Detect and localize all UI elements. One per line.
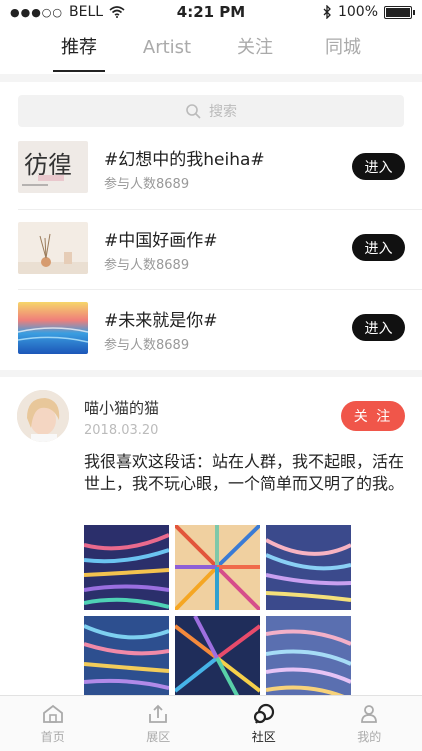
topic-thumbnail <box>18 302 88 354</box>
bottom-nav: 首页 展区 社区 我的 <box>0 695 422 751</box>
top-tabs: 推荐 Artist 关注 同城 <box>0 24 422 74</box>
nav-label: 首页 <box>41 728 65 745</box>
enter-button[interactable]: 进入 <box>352 153 405 180</box>
search-placeholder: 搜索 <box>209 101 237 121</box>
topic-participants: 参与人数8689 <box>104 173 189 192</box>
topic-item[interactable]: #中国好画作# 参与人数8689 进入 <box>0 222 422 292</box>
post-card: 喵小猫的猫 2018.03.20 关 注 我很喜欢这段话：站在人群，我不起眼，活… <box>0 377 422 695</box>
bluetooth-icon <box>322 5 332 19</box>
topic-title: #中国好画作# <box>104 226 218 251</box>
topic-item[interactable]: 彷徨 #幻想中的我heiha# 参与人数8689 进入 <box>0 141 422 211</box>
post-image[interactable] <box>84 525 169 610</box>
topic-title: #未来就是你# <box>104 306 218 331</box>
nav-community[interactable]: 社区 <box>211 696 317 751</box>
post-image[interactable] <box>175 616 260 701</box>
nav-label: 社区 <box>252 728 276 745</box>
search-input[interactable]: 搜索 <box>18 95 404 127</box>
post-text: 我很喜欢这段话：站在人群，我不起眼，活在世上，我不玩心眼，一个简单而又明了的我。 <box>84 451 404 495</box>
nav-exhibition[interactable]: 展区 <box>106 696 212 751</box>
follow-button[interactable]: 关 注 <box>341 401 405 431</box>
post-image-grid <box>84 525 352 701</box>
battery-percent: 100% <box>338 4 378 20</box>
topics-section: 搜索 彷徨 #幻想中的我heiha# 参与人数8689 进入 #中国好画作# 参… <box>0 82 422 370</box>
topic-thumbnail: 彷徨 <box>18 141 88 193</box>
nav-profile[interactable]: 我的 <box>317 696 422 751</box>
nav-label: 展区 <box>146 728 170 745</box>
tab-nearby[interactable]: 同城 <box>299 24 387 74</box>
status-right: 100% <box>322 4 412 20</box>
topic-thumbnail <box>18 222 88 274</box>
tab-following[interactable]: 关注 <box>211 24 299 74</box>
topic-participants: 参与人数8689 <box>104 254 189 273</box>
post-username[interactable]: 喵小猫的猫 <box>84 397 159 418</box>
user-icon <box>357 702 381 726</box>
status-bar: ●●●○○ BELL 4:21 PM 100% <box>0 0 422 24</box>
home-icon <box>41 702 65 726</box>
nav-label: 我的 <box>357 728 381 745</box>
topic-item[interactable]: #未来就是你# 参与人数8689 进入 <box>0 302 422 372</box>
post-image[interactable] <box>266 525 351 610</box>
battery-icon <box>384 6 412 19</box>
tab-artist[interactable]: Artist <box>123 24 211 74</box>
topic-participants: 参与人数8689 <box>104 334 189 353</box>
nav-home[interactable]: 首页 <box>0 696 106 751</box>
tab-recommend[interactable]: 推荐 <box>35 24 123 74</box>
post-image[interactable] <box>266 616 351 701</box>
svg-text:彷徨: 彷徨 <box>24 151 72 179</box>
upload-icon <box>146 702 170 726</box>
enter-button[interactable]: 进入 <box>352 314 405 341</box>
post-image[interactable] <box>84 616 169 701</box>
post-image[interactable] <box>175 525 260 610</box>
chat-icon <box>252 702 276 726</box>
enter-button[interactable]: 进入 <box>352 234 405 261</box>
topic-title: #幻想中的我heiha# <box>104 145 265 170</box>
post-date: 2018.03.20 <box>84 423 158 438</box>
avatar[interactable] <box>17 390 69 442</box>
search-icon <box>185 103 201 119</box>
